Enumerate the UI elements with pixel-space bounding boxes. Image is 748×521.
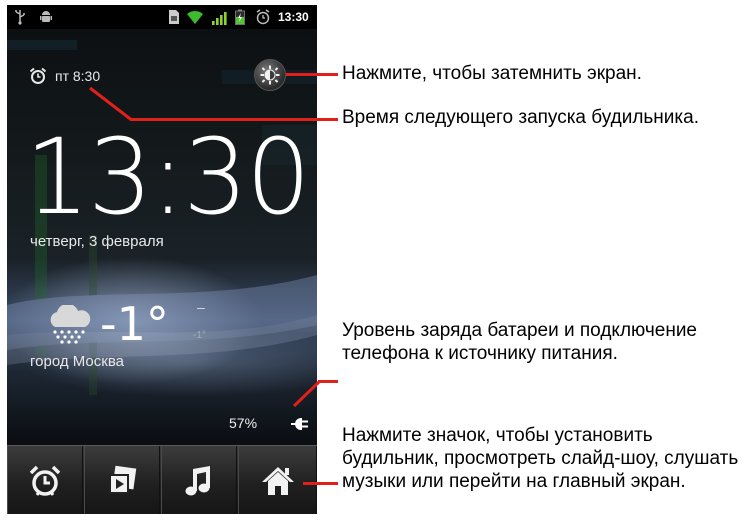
sim-icon [168, 9, 180, 25]
dim-screen-button[interactable] [254, 59, 286, 91]
charging-plug-icon [291, 417, 309, 431]
alarm-clock-icon [28, 464, 62, 498]
low-temperature: -1° [193, 330, 206, 341]
dock-bar [7, 445, 317, 514]
dock-callout: Нажмите значок, чтобы установить будильн… [342, 425, 739, 492]
next-alarm-callout: Время следующего запуска будильника. [342, 107, 699, 128]
dock-leader-line [303, 482, 338, 485]
status-bar: 13:30 [7, 5, 317, 29]
battery-charging-icon [235, 9, 245, 25]
signal-bar [212, 21, 215, 25]
music-dock-button[interactable] [161, 446, 237, 514]
slideshow-dock-button[interactable] [84, 446, 160, 514]
alarm-clock-icon [29, 67, 47, 85]
home-dock-button[interactable] [238, 446, 317, 514]
dim-screen-leader-line [286, 73, 338, 76]
battery-level: 57% [229, 415, 258, 431]
gallery-icon [105, 464, 139, 498]
music-note-icon [182, 464, 216, 498]
phone-screen: 13:30 пт 8:30 13:30 четверг, 3 февраля -… [7, 5, 317, 514]
status-time: 13:30 [278, 10, 309, 24]
next-alarm-time: пт 8:30 [55, 68, 101, 84]
signal-bar [224, 12, 227, 25]
alarm-dock-button[interactable] [7, 446, 83, 514]
clock-date: четверг, 3 февраля [30, 233, 164, 250]
alarm-leader-line-h1 [330, 118, 338, 121]
alarm-icon [256, 9, 270, 25]
alarm-leader-line-h2 [130, 118, 330, 121]
snow-cloud-icon [45, 305, 93, 345]
signal-bar [220, 15, 223, 25]
signal-bar [216, 18, 219, 25]
wifi-icon [186, 9, 204, 25]
android-debug-icon [39, 9, 53, 25]
battery-leader-line-diagonal [292, 378, 322, 408]
battery-callout: Уровень заряда батареи и подключение тел… [342, 320, 697, 364]
current-temperature: -1° [100, 297, 169, 351]
weather-city: город Москва [30, 353, 124, 370]
brightness-icon [260, 65, 280, 85]
dim-screen-callout: Нажмите, чтобы затемнить экран. [342, 63, 642, 84]
usb-icon [15, 9, 25, 25]
home-icon [261, 464, 295, 498]
signal-icon [211, 9, 227, 25]
high-temperature: – [197, 299, 205, 315]
big-clock: 13:30 [25, 116, 311, 238]
alarm-leader-line-diagonal [88, 86, 133, 122]
